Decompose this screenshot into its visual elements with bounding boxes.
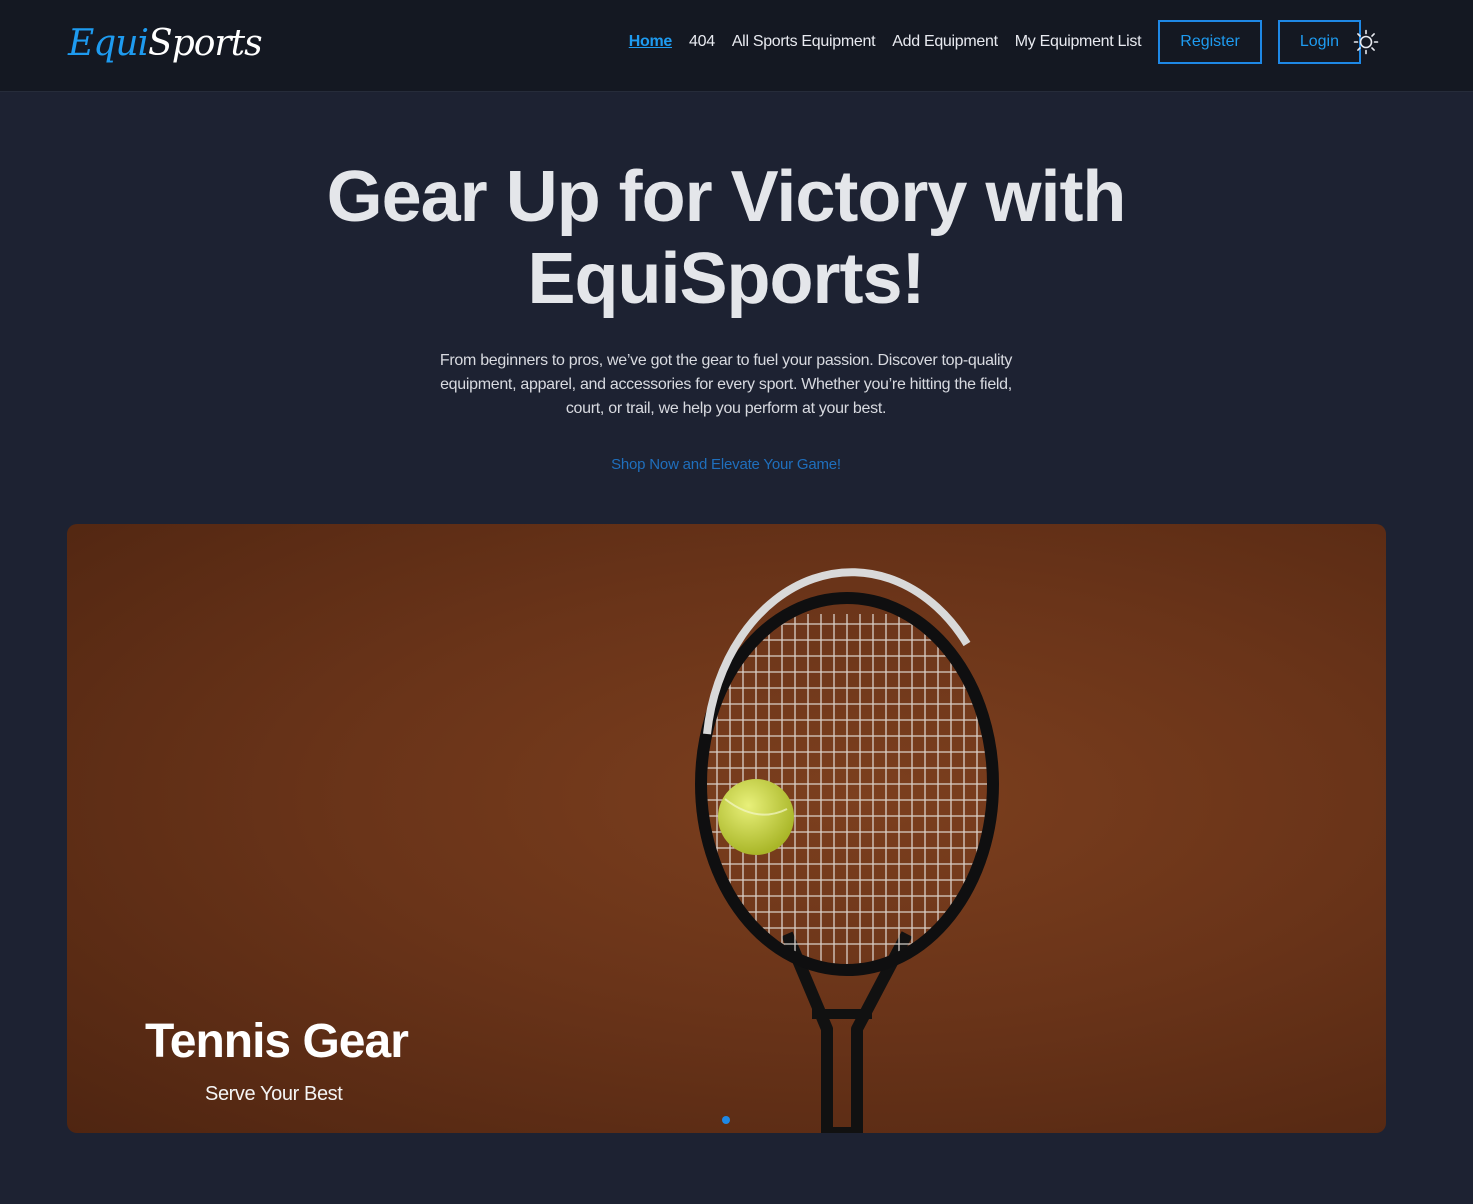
register-button[interactable]: Register — [1158, 20, 1262, 64]
nav-links: Home 404 All Sports Equipment Add Equipm… — [629, 20, 1377, 64]
navbar: EquiSports Home 404 All Sports Equipment… — [0, 0, 1473, 92]
nav-link-home[interactable]: Home — [629, 33, 673, 51]
tennis-ball — [718, 779, 794, 855]
theme-toggle-button[interactable] — [1352, 28, 1380, 56]
sun-icon — [1353, 29, 1379, 55]
hero-description: From beginners to pros, we’ve got the ge… — [439, 352, 1013, 417]
login-button[interactable]: Login — [1277, 20, 1361, 64]
nav-link-404[interactable]: 404 — [689, 33, 715, 51]
brand-logo-part1: Equi — [68, 23, 149, 64]
brand-logo[interactable]: EquiSports — [68, 20, 263, 68]
slide-subtitle: Serve Your Best — [205, 1083, 343, 1105]
carousel-dot-active[interactable] — [722, 1116, 730, 1124]
nav-link-my-equipment-list[interactable]: My Equipment List — [1015, 33, 1142, 51]
slide-title: Tennis Gear — [145, 1015, 409, 1068]
brand-logo-part2: Sports — [148, 23, 263, 64]
hero-carousel[interactable]: Tennis Gear Serve Your Best — [67, 524, 1386, 1133]
nav-link-add-equipment[interactable]: Add Equipment — [892, 33, 998, 51]
nav-link-all-sports-equipment[interactable]: All Sports Equipment — [732, 33, 876, 51]
shop-now-link[interactable]: Shop Now and Elevate Your Game! — [426, 455, 1026, 475]
hero-title: Gear Up for Victory with EquiSports! — [326, 157, 1127, 319]
